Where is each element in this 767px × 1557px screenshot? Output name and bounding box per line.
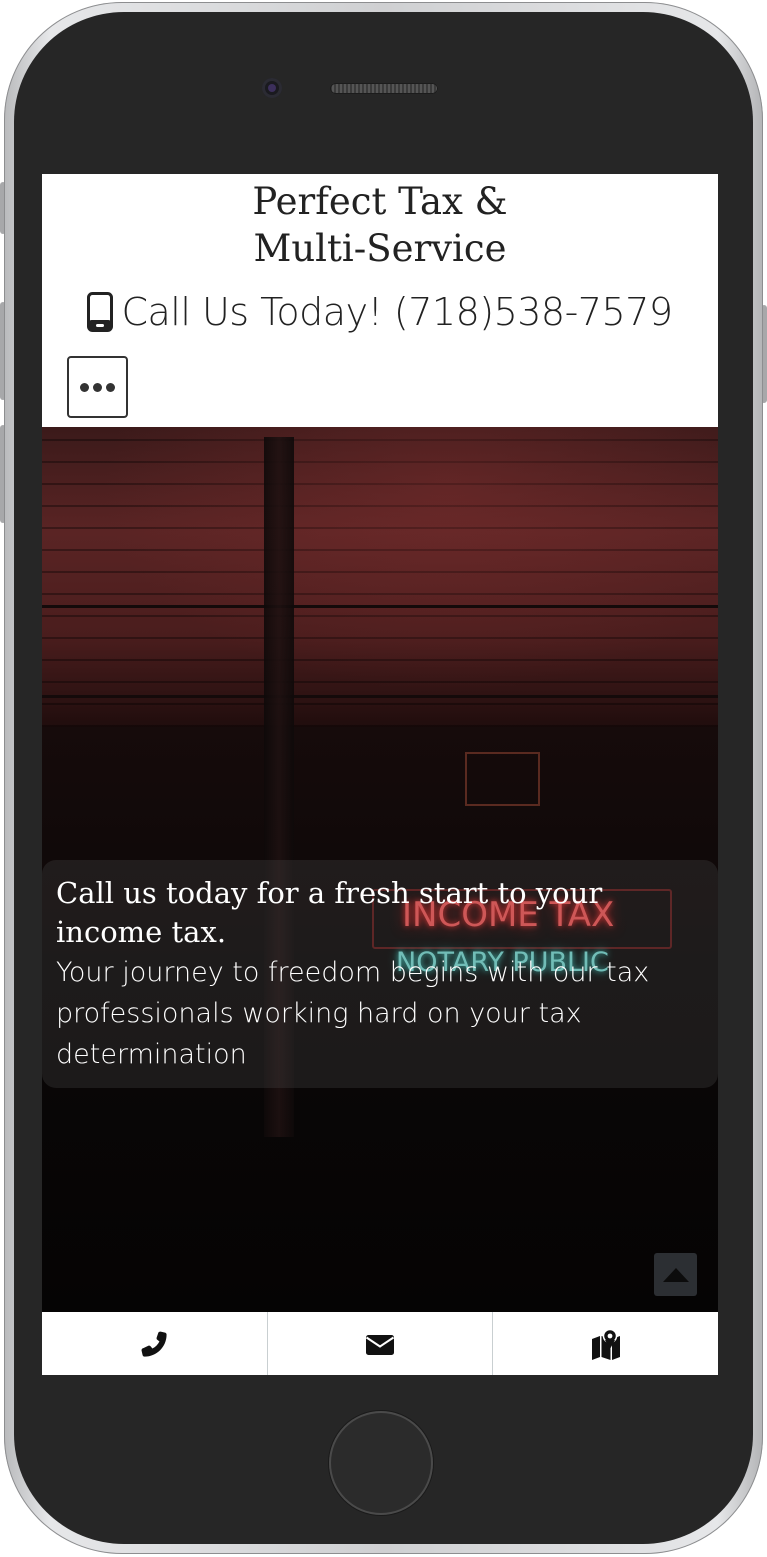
wall-rail	[42, 605, 718, 608]
mobile-phone-icon	[87, 292, 114, 332]
front-camera	[262, 78, 282, 98]
hero-caption-title: Call us today for a fresh start to your …	[56, 876, 603, 949]
site-title-line-1: Perfect Tax &	[252, 180, 508, 223]
brick-wall-background	[42, 427, 718, 727]
wall-rail	[42, 695, 718, 698]
ellipsis-icon	[93, 382, 102, 392]
hero-caption-body: Your journey to freedom begins with our …	[56, 957, 650, 1070]
scroll-to-top-button[interactable]	[654, 1253, 697, 1296]
ellipsis-icon	[106, 382, 115, 392]
call-action-button[interactable]	[42, 1312, 268, 1375]
wall-sign-frame	[465, 752, 540, 806]
email-action-button[interactable]	[268, 1312, 494, 1375]
menu-button[interactable]	[67, 356, 128, 418]
map-action-button[interactable]	[493, 1312, 718, 1375]
earpiece-speaker	[330, 83, 438, 94]
site-title[interactable]: Perfect Tax & Multi-Service	[42, 178, 718, 272]
phone-icon	[141, 1331, 167, 1357]
hero-banner: INCOME TAX NOTARY PUBLIC Call us today f…	[42, 427, 718, 1312]
home-button	[329, 1411, 433, 1515]
caret-up-icon	[662, 1267, 689, 1282]
quick-action-bar	[42, 1312, 718, 1375]
call-us-text: Call Us Today! (718)538-7579	[121, 290, 673, 334]
site-header: Perfect Tax & Multi-Service Call Us Toda…	[42, 174, 718, 427]
hero-caption: Call us today for a fresh start to your …	[42, 860, 718, 1088]
site-title-line-2: Multi-Service	[253, 227, 507, 270]
ellipsis-icon	[80, 382, 89, 392]
phone-screen: Perfect Tax & Multi-Service Call Us Toda…	[42, 174, 718, 1375]
envelope-icon	[365, 1334, 395, 1355]
device-mockup: Perfect Tax & Multi-Service Call Us Toda…	[0, 0, 767, 1557]
map-marker-icon	[591, 1328, 620, 1360]
call-us-link[interactable]: Call Us Today! (718)538-7579	[42, 286, 718, 338]
